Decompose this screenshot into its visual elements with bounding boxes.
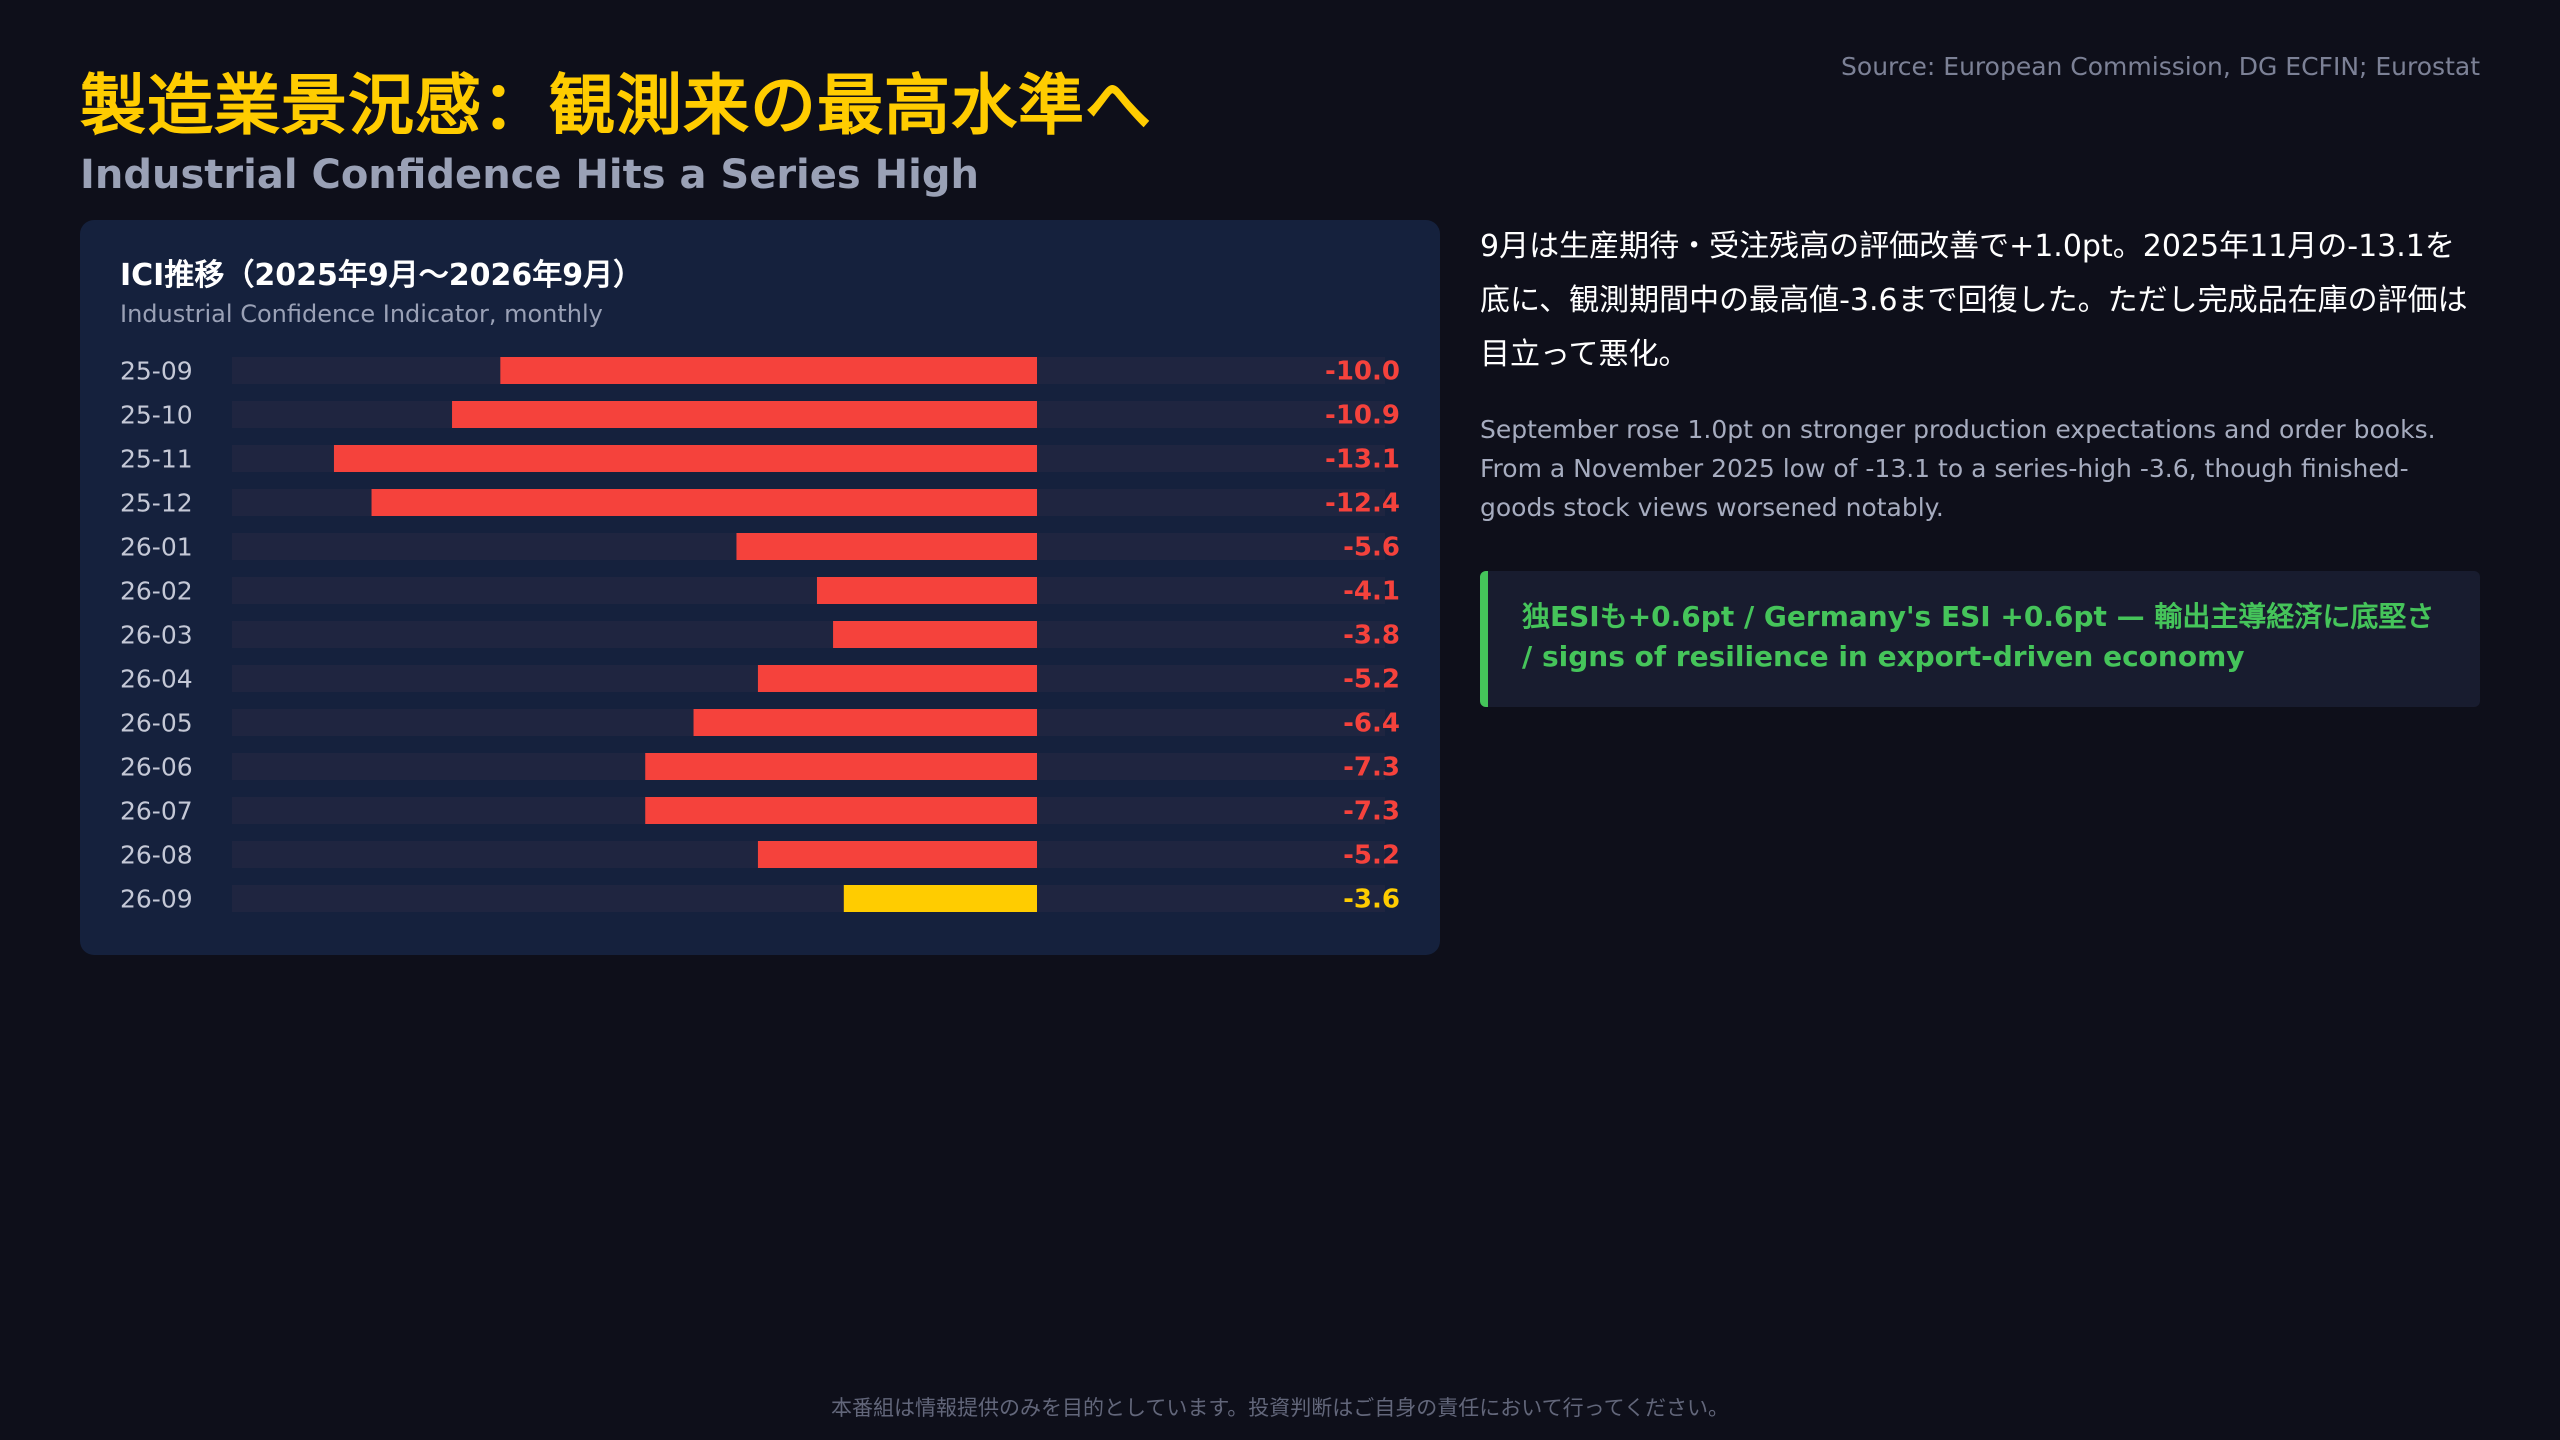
commentary-en: September rose 1.0pt on stronger product… xyxy=(1480,415,2436,522)
disclaimer: 本番組は情報提供のみを目的としています。投資判断はご自身の責任において行ってくだ… xyxy=(831,1396,1729,1420)
slide: Source: European Commission, DG ECFIN; E… xyxy=(0,0,2560,1440)
value-label: -7.3 xyxy=(1343,753,1400,783)
category-label: 26-03 xyxy=(120,621,193,650)
value-label: -7.3 xyxy=(1343,797,1400,827)
category-label: 26-05 xyxy=(120,709,193,738)
value-label: -10.0 xyxy=(1325,357,1400,387)
category-label: 26-04 xyxy=(120,665,193,694)
category-label: 26-02 xyxy=(120,577,193,606)
value-label: -5.2 xyxy=(1343,841,1400,871)
bar-track xyxy=(232,621,1385,648)
bar-25-11 xyxy=(333,445,1037,472)
value-label: -4.1 xyxy=(1343,577,1400,607)
category-label: 26-06 xyxy=(120,753,193,782)
bar-26-05 xyxy=(693,709,1037,736)
bar-26-06 xyxy=(645,753,1037,780)
page-title: 製造業景況感：観測来の最高水準へ xyxy=(80,67,1152,144)
category-label: 26-01 xyxy=(120,533,193,562)
value-label: -10.9 xyxy=(1325,401,1400,431)
callout-text: 独ESIも+0.6pt / Germany's ESI +0.6pt — 輸出主… xyxy=(1522,600,2435,673)
bar-26-02 xyxy=(816,577,1037,604)
category-label: 25-10 xyxy=(120,401,193,430)
bar-25-09 xyxy=(500,357,1037,384)
bar-26-03 xyxy=(833,621,1037,648)
value-label: -13.1 xyxy=(1325,445,1400,475)
category-label: 25-11 xyxy=(120,445,193,474)
category-label: 26-08 xyxy=(120,841,193,870)
value-label: -3.8 xyxy=(1343,621,1400,651)
value-label: -3.6 xyxy=(1343,885,1400,915)
category-label: 25-09 xyxy=(120,357,193,386)
value-label: -5.2 xyxy=(1343,665,1400,695)
bar-track xyxy=(232,577,1385,604)
value-label: -5.6 xyxy=(1343,533,1400,563)
bar-track xyxy=(232,885,1385,912)
value-label: -6.4 xyxy=(1343,709,1400,739)
category-label: 26-09 xyxy=(120,885,193,914)
bar-26-04 xyxy=(757,665,1037,692)
bar-26-07 xyxy=(645,797,1037,824)
value-label: -12.4 xyxy=(1325,489,1400,519)
bar-26-09 xyxy=(843,885,1037,912)
bar-25-12 xyxy=(371,489,1037,516)
category-label: 25-12 xyxy=(120,489,193,518)
commentary-column: 9月は生産期待・受注残高の評価改善で+1.0pt。2025年11月の-13.1を… xyxy=(1480,220,2480,707)
bar-25-10 xyxy=(452,401,1037,428)
category-label: 26-07 xyxy=(120,797,193,826)
bar-26-08 xyxy=(757,841,1037,868)
bar-26-01 xyxy=(736,533,1037,560)
ici-bar-chart: 25-09 -10.0 25-10 -10.9 25-11 -13.1 25-12 -12.4… xyxy=(120,357,1400,915)
commentary-jp: 9月は生産期待・受注残高の評価改善で+1.0pt。2025年11月の-13.1を… xyxy=(1480,229,2468,372)
source-note: Source: European Commission, DG ECFIN; E… xyxy=(1841,52,2480,81)
germany-esi-callout: 独ESIも+0.6pt / Germany's ESI +0.6pt — 輸出主… xyxy=(1480,571,2480,707)
chart-panel: ICI推移（2025年9月〜2026年9月） Industrial Confid… xyxy=(80,220,1440,955)
page-subtitle: Industrial Confidence Hits a Series High xyxy=(80,152,979,198)
